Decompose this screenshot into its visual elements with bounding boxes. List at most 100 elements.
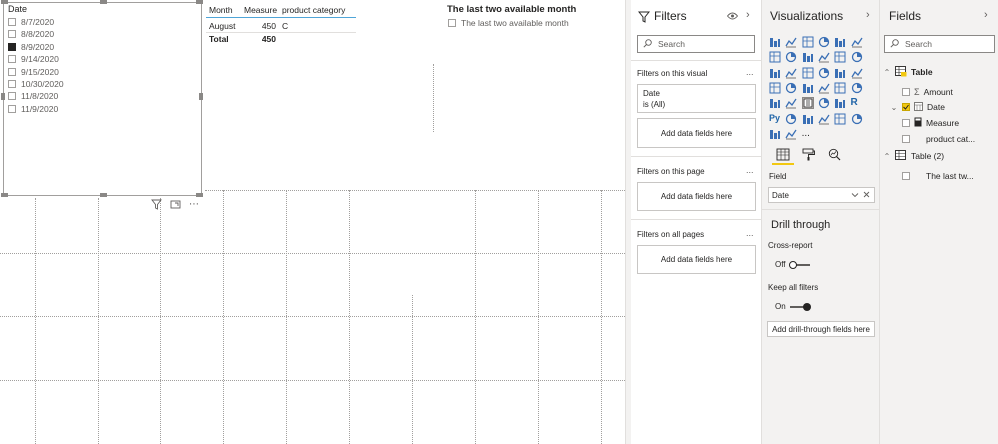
azure-map-icon[interactable]: [818, 82, 830, 94]
field-row-measure[interactable]: Measure: [902, 117, 959, 129]
pie-chart-icon[interactable]: [818, 67, 830, 79]
python-icon[interactable]: Py: [769, 113, 781, 125]
column-header[interactable]: Measure: [242, 5, 280, 15]
table-node[interactable]: ⌃ Table: [883, 65, 933, 78]
filter-icon[interactable]: [151, 199, 162, 213]
slicer2-checkbox[interactable]: [448, 19, 456, 27]
area-chart-icon[interactable]: [785, 51, 797, 63]
multi-row-card-icon[interactable]: [769, 97, 781, 109]
funnel-icon[interactable]: [785, 67, 797, 79]
slicer-item[interactable]: 9/14/2020: [8, 53, 59, 65]
line-clustered-icon[interactable]: [834, 51, 846, 63]
slicer-checkbox[interactable]: [8, 104, 16, 113]
chevron-down-icon[interactable]: ⌄: [890, 103, 898, 112]
more-options-icon[interactable]: ...: [746, 165, 754, 175]
key-influencers-icon[interactable]: [785, 113, 797, 125]
table-icon[interactable]: [818, 97, 830, 109]
field-checkbox[interactable]: [902, 135, 910, 143]
slicer-checkbox[interactable]: [8, 18, 16, 26]
line-chart-icon[interactable]: [769, 51, 781, 63]
chevron-right-icon[interactable]: ›: [746, 9, 750, 21]
r-script-icon[interactable]: R: [851, 97, 863, 109]
ribbon-chart-icon[interactable]: [851, 51, 863, 63]
field-checkbox[interactable]: [902, 119, 910, 127]
analytics-magnifier-icon[interactable]: [828, 148, 841, 163]
slicer-checkbox-checked[interactable]: [8, 42, 16, 51]
slicer-item[interactable]: 8/8/2020: [8, 28, 54, 40]
card-icon[interactable]: [851, 82, 863, 94]
fields-search-input[interactable]: Search: [884, 35, 995, 53]
custom-visual-icon[interactable]: [785, 128, 797, 140]
table-visual[interactable]: Month Measure product category August 45…: [206, 4, 356, 44]
arcgis-icon[interactable]: [769, 128, 781, 140]
slicer-item[interactable]: 11/8/2020: [8, 90, 58, 102]
format-paint-roller-icon[interactable]: [802, 148, 815, 163]
donut-icon[interactable]: [834, 67, 846, 79]
stacked-column-icon[interactable]: [785, 36, 797, 48]
gauge-icon[interactable]: [834, 82, 846, 94]
slicer-checkbox[interactable]: [8, 80, 16, 88]
field-row-last-two[interactable]: The last tw...: [902, 170, 974, 182]
chevron-right-icon[interactable]: ›: [866, 9, 870, 21]
slicer-checkbox[interactable]: [8, 92, 16, 101]
resize-handle[interactable]: [1, 193, 8, 197]
slicer-checkbox[interactable]: [8, 67, 16, 76]
kpi-icon[interactable]: [785, 97, 797, 109]
fields-tab-icon[interactable]: [776, 148, 790, 163]
more-options-icon[interactable]: ...: [746, 228, 754, 238]
slicer-item[interactable]: 8/9/2020: [8, 41, 54, 53]
100-column-icon[interactable]: [850, 36, 863, 48]
date-filter-card[interactable]: Date is (All): [637, 84, 756, 113]
more-visuals-icon[interactable]: ...: [802, 128, 814, 140]
field-row-date[interactable]: ⌄ Date: [890, 101, 945, 113]
decomposition-tree-icon[interactable]: [802, 113, 814, 125]
add-data-fields-all[interactable]: Add data fields here: [637, 245, 756, 274]
resize-handle[interactable]: [199, 93, 203, 100]
clustered-bar-icon[interactable]: [802, 36, 814, 48]
stacked-bar-icon[interactable]: [769, 36, 781, 48]
field-checkbox-checked[interactable]: [902, 103, 910, 111]
chevron-down-icon[interactable]: [851, 191, 859, 200]
add-data-fields-page[interactable]: Add data fields here: [637, 182, 756, 211]
column-header[interactable]: Month: [206, 5, 242, 15]
table2-node[interactable]: ⌃ Table (2): [883, 149, 944, 162]
eye-icon[interactable]: [726, 12, 739, 22]
slicer-icon[interactable]: [801, 97, 814, 110]
chevron-up-icon[interactable]: ⌃: [883, 152, 891, 161]
slicer-item[interactable]: 9/15/2020: [8, 66, 59, 78]
drillthrough-field-well[interactable]: Date: [768, 187, 875, 203]
map-icon[interactable]: [769, 82, 781, 94]
resize-handle[interactable]: [100, 193, 107, 197]
resize-handle[interactable]: [1, 0, 8, 4]
slicer-item[interactable]: 11/9/2020: [8, 103, 58, 115]
shape-map-icon[interactable]: [802, 82, 814, 94]
line-column-icon[interactable]: [818, 51, 830, 63]
field-checkbox[interactable]: [902, 172, 910, 180]
more-options-icon[interactable]: ...: [746, 67, 754, 77]
clustered-column-icon[interactable]: [818, 36, 830, 48]
resize-handle[interactable]: [100, 0, 107, 4]
field-row-product-category[interactable]: product cat...: [902, 133, 975, 145]
scatter-icon[interactable]: [802, 67, 814, 79]
treemap-icon[interactable]: [850, 67, 863, 79]
add-data-fields-visual[interactable]: Add data fields here: [637, 118, 756, 148]
resize-handle[interactable]: [196, 193, 203, 197]
focus-mode-icon[interactable]: [170, 199, 181, 213]
chevron-up-icon[interactable]: ⌃: [883, 68, 891, 77]
slicer-item[interactable]: 8/7/2020: [8, 16, 54, 28]
resize-handle[interactable]: [1, 93, 5, 100]
field-row-amount[interactable]: Σ Amount: [902, 86, 953, 98]
qa-icon[interactable]: [818, 113, 830, 125]
add-drill-through-fields[interactable]: Add drill-through fields here: [767, 321, 875, 337]
resize-handle[interactable]: [196, 0, 203, 4]
slicer-checkbox[interactable]: [8, 30, 16, 39]
waterfall-icon[interactable]: [769, 67, 781, 79]
more-options-icon[interactable]: ⋯: [189, 199, 200, 213]
matrix-icon[interactable]: [834, 97, 846, 109]
keep-filters-toggle[interactable]: On: [775, 302, 811, 311]
smart-narrative-icon[interactable]: [834, 113, 846, 125]
remove-field-close-icon[interactable]: [863, 191, 870, 200]
paginated-report-icon[interactable]: [851, 113, 863, 125]
field-checkbox[interactable]: [902, 88, 910, 96]
slicer-checkbox[interactable]: [8, 55, 16, 64]
